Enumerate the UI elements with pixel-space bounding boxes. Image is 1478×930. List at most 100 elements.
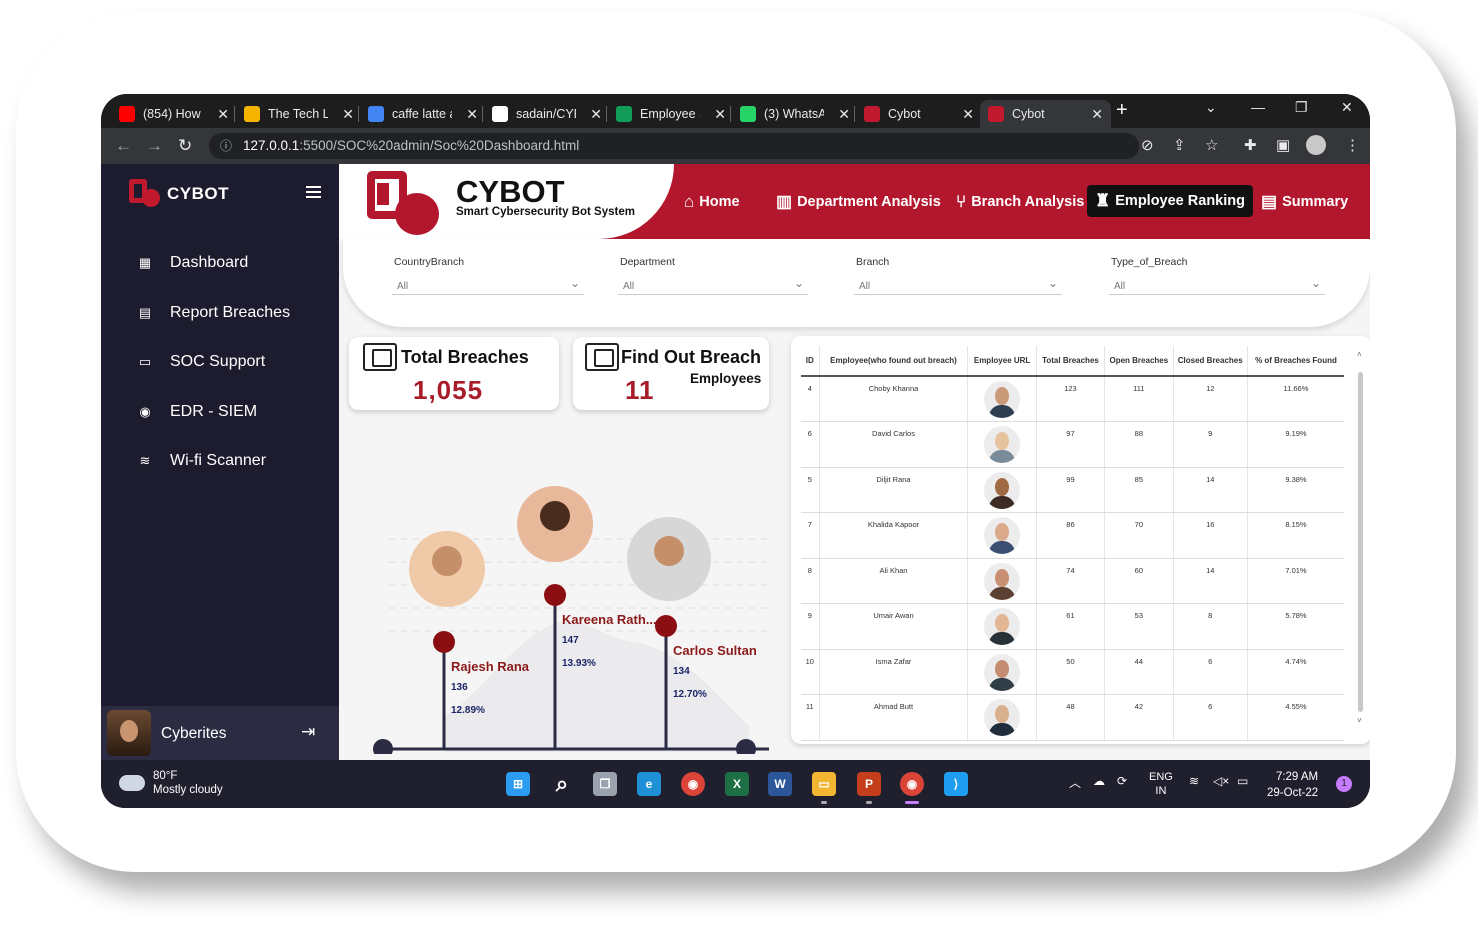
maximize-icon[interactable]: ❐ — [1295, 99, 1308, 116]
tab-4[interactable]: sadain/CYB ✕ — [492, 100, 602, 128]
tab-6[interactable]: (3) WhatsA ✕ — [740, 100, 850, 128]
table-row[interactable]: 4 Choby Khanna 123 111 12 11.66% — [801, 376, 1344, 422]
sidebar-item-soc-support[interactable]: ▭ SOC Support — [137, 353, 265, 371]
column-header[interactable]: ID — [801, 346, 820, 377]
close-tab-icon[interactable]: ✕ — [1091, 106, 1103, 123]
table-row[interactable]: 10 Isma Zafar 50 44 6 4.74% — [801, 649, 1344, 695]
sidebar-item-report-breaches[interactable]: ▤ Report Breaches — [137, 304, 290, 322]
nav-department-analysis[interactable]: ▥ Department Analysis — [776, 164, 941, 239]
column-header[interactable]: Open Breaches — [1104, 346, 1174, 377]
eye-off-icon[interactable]: ⊘ — [1141, 136, 1154, 154]
filter-select[interactable]: All ⌄ — [1109, 273, 1325, 295]
vscode-icon[interactable]: ⟩ — [944, 772, 968, 796]
tab-7[interactable]: Cybot ✕ — [864, 100, 974, 128]
word-icon[interactable]: W — [768, 772, 792, 796]
tray-chevron-icon[interactable]: ︿ — [1069, 774, 1081, 791]
employee-avatar[interactable] — [984, 608, 1021, 645]
edge-icon[interactable]: e — [637, 772, 661, 796]
employee-avatar[interactable] — [984, 471, 1021, 509]
employee-avatar[interactable] — [984, 653, 1021, 691]
filter-select[interactable]: All ⌄ — [392, 273, 584, 295]
filter-select[interactable]: All ⌄ — [854, 273, 1062, 295]
battery-icon[interactable]: ▭ — [1237, 774, 1248, 788]
reload-icon[interactable]: ↻ — [178, 136, 192, 156]
close-tab-icon[interactable]: ✕ — [590, 106, 602, 123]
tab-8[interactable]: Cybot ✕ — [980, 100, 1111, 128]
site-info-icon[interactable]: ⓘ — [220, 133, 232, 159]
excel-icon[interactable]: X — [725, 772, 749, 796]
table-row[interactable]: 11 Ahmad Butt 48 42 6 4.55% — [801, 694, 1344, 741]
task-view-icon[interactable]: ❐ — [593, 772, 617, 796]
nav-employee-ranking[interactable]: ♜ Employee Ranking — [1087, 185, 1253, 217]
sidebar-item-edr-siem[interactable]: ◉ EDR - SIEM — [137, 403, 257, 421]
close-tab-icon[interactable]: ✕ — [217, 106, 229, 123]
forward-icon[interactable]: → — [146, 136, 163, 156]
back-icon[interactable]: ← — [115, 136, 132, 156]
employee-avatar[interactable] — [984, 381, 1021, 418]
new-tab-button[interactable]: + — [1116, 99, 1128, 122]
close-tab-icon[interactable]: ✕ — [342, 106, 354, 123]
clock[interactable]: 7:29 AM 29-Oct-22 — [1267, 769, 1318, 801]
sync-icon[interactable]: ⟳ — [1117, 774, 1127, 788]
tab-1[interactable]: (854) How I ✕ — [119, 100, 229, 128]
column-header[interactable]: Employee(who found out breach) — [819, 346, 969, 377]
hamburger-menu-icon[interactable] — [306, 186, 321, 198]
column-header[interactable]: Total Breaches — [1036, 346, 1106, 377]
file-explorer-icon[interactable]: ▭ — [812, 772, 836, 796]
powerpoint-icon[interactable]: P — [857, 772, 881, 796]
column-header[interactable]: Employee URL — [967, 346, 1037, 377]
search-icon[interactable]: ⌕ — [550, 771, 574, 796]
filter-select[interactable]: All ⌄ — [618, 273, 808, 295]
table-row[interactable]: 9 Umair Awan 61 53 8 5.78% — [801, 603, 1344, 650]
sidebar-logo[interactable]: CYBOT — [129, 179, 229, 209]
minimize-icon[interactable]: — — [1251, 99, 1265, 115]
employee-avatar[interactable] — [984, 426, 1021, 463]
logout-icon[interactable]: ⇥ — [301, 722, 315, 742]
notification-badge[interactable]: 1 — [1336, 776, 1352, 792]
table-row[interactable]: 8 Ali Khan 74 60 14 7.01% — [801, 558, 1344, 604]
table-row[interactable]: 6 David Carlos 97 88 9 9.19% — [801, 421, 1344, 468]
tab-2[interactable]: The Tech La ✕ — [244, 100, 354, 128]
employee-avatar[interactable] — [984, 517, 1021, 554]
language-primary[interactable]: ENG — [1149, 770, 1173, 784]
tab-5[interactable]: Employee S ✕ — [616, 100, 726, 128]
close-tab-icon[interactable]: ✕ — [714, 106, 726, 123]
table-row[interactable]: 5 Diljit Rana 99 85 14 9.38% — [801, 467, 1344, 513]
nav-home[interactable]: ⌂ Home — [684, 164, 740, 239]
extensions-icon[interactable]: ✚ — [1244, 136, 1257, 154]
table-row[interactable]: 7 Khalida Kapoor 86 70 16 8.15% — [801, 512, 1344, 559]
url-bar[interactable]: ⓘ 127.0.0.1:5500/SOC%20admin/Soc%20Dashb… — [209, 133, 1139, 159]
close-tab-icon[interactable]: ✕ — [838, 106, 850, 123]
column-header[interactable]: Closed Breaches — [1173, 346, 1248, 377]
tab-search-icon[interactable]: ⌄ — [1205, 99, 1217, 116]
side-panel-icon[interactable]: ▣ — [1276, 136, 1290, 154]
menu-kebab-icon[interactable]: ⋮ — [1345, 136, 1360, 154]
column-header[interactable]: % of Breaches Found — [1247, 346, 1344, 377]
table-scrollbar[interactable]: ˄ ˅ — [1357, 350, 1365, 730]
language-region[interactable]: IN — [1149, 784, 1173, 798]
weather-widget[interactable]: 80°F Mostly cloudy — [119, 769, 223, 797]
windows-start-icon[interactable]: ⊞ — [506, 772, 530, 796]
sidebar-item-wi-fi-scanner[interactable]: ≋ Wi-fi Scanner — [137, 452, 266, 470]
share-icon[interactable]: ⇪ — [1173, 136, 1186, 154]
scroll-up-icon[interactable]: ˄ — [1357, 350, 1362, 359]
close-tab-icon[interactable]: ✕ — [962, 106, 974, 123]
scroll-down-icon[interactable]: ˅ — [1357, 716, 1362, 725]
close-window-icon[interactable]: ✕ — [1341, 99, 1353, 116]
nav-branch-analysis[interactable]: ⑂ Branch Analysis — [956, 164, 1084, 239]
sidebar-item-dashboard[interactable]: ▦ Dashboard — [137, 254, 248, 272]
star-icon[interactable]: ☆ — [1205, 136, 1218, 154]
employee-avatar[interactable] — [984, 562, 1021, 600]
onedrive-icon[interactable]: ☁ — [1093, 774, 1105, 788]
chrome-profile-icon[interactable]: ◉ — [900, 772, 924, 796]
close-tab-icon[interactable]: ✕ — [466, 106, 478, 123]
avatar[interactable] — [107, 710, 151, 756]
volume-muted-icon[interactable]: ◁× — [1213, 774, 1229, 788]
chrome-icon[interactable]: ◉ — [681, 772, 705, 796]
profile-icon[interactable] — [1306, 135, 1326, 155]
wifi-icon[interactable]: ≋ — [1189, 774, 1199, 788]
employee-avatar[interactable] — [984, 699, 1021, 736]
scrollbar-thumb[interactable] — [1358, 372, 1363, 712]
tab-3[interactable]: caffe latte a ✕ — [368, 100, 478, 128]
nav-summary[interactable]: ▤ Summary — [1261, 164, 1348, 239]
